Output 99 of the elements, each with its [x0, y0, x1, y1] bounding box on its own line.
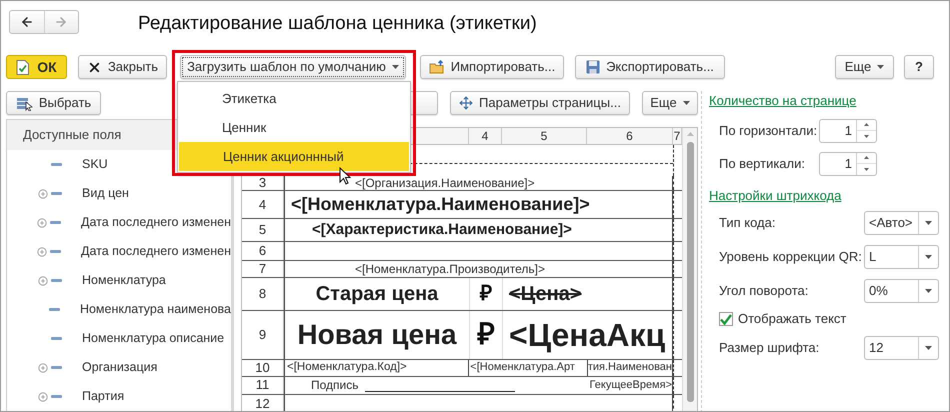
field-icon [51, 192, 62, 195]
select-field[interactable]: L [864, 245, 939, 269]
expand-icon[interactable] [38, 392, 48, 402]
field-icon [51, 279, 62, 282]
tree-item[interactable]: Дата последнего изменен [7, 237, 231, 266]
scrollbar[interactable] [682, 128, 697, 411]
field-icon [49, 308, 60, 311]
import-button[interactable]: Импортировать... [420, 55, 564, 79]
old-price-field: <Цена> [509, 278, 582, 309]
row-number: 6 [258, 242, 266, 260]
expand-icon[interactable] [38, 188, 48, 198]
field-label: Размер шрифта: [718, 339, 820, 358]
row-number: 10 [255, 358, 270, 377]
signature-label: Подпись [311, 377, 358, 394]
select-field[interactable]: <Авто> [864, 211, 939, 235]
checkbox[interactable] [719, 312, 733, 326]
tree-item[interactable]: Партия [7, 382, 231, 411]
page-settings-button[interactable]: Параметры страницы... [450, 91, 630, 115]
row-number: 8 [258, 285, 266, 303]
field-label: Тип кода: [718, 214, 776, 232]
field-icon [50, 250, 62, 253]
row-number: 11 [256, 376, 270, 394]
expand-icon[interactable] [37, 246, 48, 256]
field-icon [51, 366, 62, 369]
spin-up-icon[interactable] [864, 123, 869, 126]
spin-down-icon[interactable] [864, 168, 869, 171]
new-price-label: Новая цена [297, 318, 457, 352]
dropdown-caret-icon [925, 289, 932, 293]
select-field[interactable]: 0% [864, 279, 939, 303]
tree-item[interactable]: Дата последнего изменен [7, 208, 231, 237]
column-header: 4 [482, 128, 488, 145]
select-field[interactable]: 12 [864, 336, 939, 360]
more-button[interactable]: Еще [835, 55, 894, 79]
move-icon [459, 96, 474, 110]
expand-icon[interactable] [38, 276, 48, 286]
template-field: <[Номенклатура.Код]> [287, 358, 407, 376]
menu-item[interactable]: Ценник акционнный [179, 142, 409, 171]
spin-up-icon[interactable] [864, 156, 869, 160]
dropdown-caret-icon [925, 255, 932, 259]
tree-item[interactable]: Вид цен [7, 179, 231, 208]
currency-sign: ₽ [478, 317, 494, 353]
field-icon [51, 395, 62, 398]
currency-sign: ₽ [480, 281, 492, 307]
field-label: Уровень коррекции QR: [718, 248, 863, 266]
scroll-up-icon[interactable] [686, 132, 694, 136]
export-button[interactable]: Экспортировать... [575, 55, 725, 79]
new-price-field: <ЦенаАкц [509, 310, 666, 358]
row-number: 4 [258, 196, 266, 214]
field-icon [51, 337, 62, 340]
row-number: 3 [258, 174, 266, 192]
template-field: ГекущееВремя> [590, 376, 672, 394]
template-field: <[Организация.Наименование]> [355, 174, 535, 192]
caret-icon [682, 101, 690, 105]
field-label: По вертикали: [718, 154, 806, 173]
more-button[interactable]: Еще [642, 91, 698, 115]
column-header: 7 [674, 128, 680, 145]
load-default-button[interactable]: Загрузить шаблон по умолчанию [180, 55, 406, 79]
number-field[interactable]: 1 [819, 118, 877, 142]
template-field: <[Номенклатура.Производитель]> [355, 260, 545, 278]
field-label: Угол поворота: [718, 282, 810, 300]
expand-icon[interactable] [37, 218, 48, 228]
caret-icon [392, 65, 399, 69]
expand-icon[interactable] [38, 362, 48, 372]
document-check-icon [16, 60, 30, 74]
check-icon [720, 314, 732, 324]
template-subheading: <[Характеристика.Наименование]> [312, 220, 572, 240]
template-field: <[Номенклатура.Арт [470, 359, 575, 376]
row-number: 9 [258, 326, 266, 344]
window-title: Редактирование шаблона ценника (этикетки) [138, 12, 537, 36]
select-button[interactable]: Выбрать [6, 91, 101, 115]
checkbox-label: Отображать текст [738, 310, 846, 328]
row-number: 5 [258, 221, 266, 240]
field-icon [50, 221, 62, 224]
number-field[interactable]: 1 [819, 152, 877, 176]
caret-icon [877, 65, 884, 69]
ok-button[interactable]: ОК [6, 55, 67, 79]
old-price-label: Старая цена [316, 282, 438, 307]
template-field: тия.Наименован [588, 359, 672, 376]
tree-item[interactable]: Номенклатура наименова [7, 295, 231, 324]
help-button[interactable]: ? [904, 55, 934, 79]
row-number: 7 [258, 260, 266, 278]
tree-item[interactable]: Номенклатура описание [7, 324, 231, 353]
field-label: По горизонтали: [718, 122, 818, 140]
template-heading: <[Номенклатура.Наименование]> [291, 193, 590, 216]
dropdown-caret-icon [925, 221, 932, 225]
field-icon [51, 163, 62, 166]
column-header: 6 [626, 128, 633, 145]
row-number: 12 [255, 395, 270, 411]
section-link[interactable]: Настройки штрихкода [709, 186, 842, 205]
close-button[interactable]: Закрыть [78, 55, 167, 79]
tree-item[interactable]: Номенклатура [7, 266, 231, 295]
tree-item[interactable]: Организация [7, 353, 231, 382]
menu-item[interactable]: Этикетка [178, 84, 410, 113]
folder-upload-icon [428, 60, 445, 74]
spin-down-icon[interactable] [864, 134, 869, 138]
column-header: 5 [540, 128, 548, 145]
list-pointer-icon [16, 96, 33, 110]
section-link[interactable]: Количество на странице [709, 91, 856, 110]
dropdown-caret-icon [925, 346, 932, 350]
